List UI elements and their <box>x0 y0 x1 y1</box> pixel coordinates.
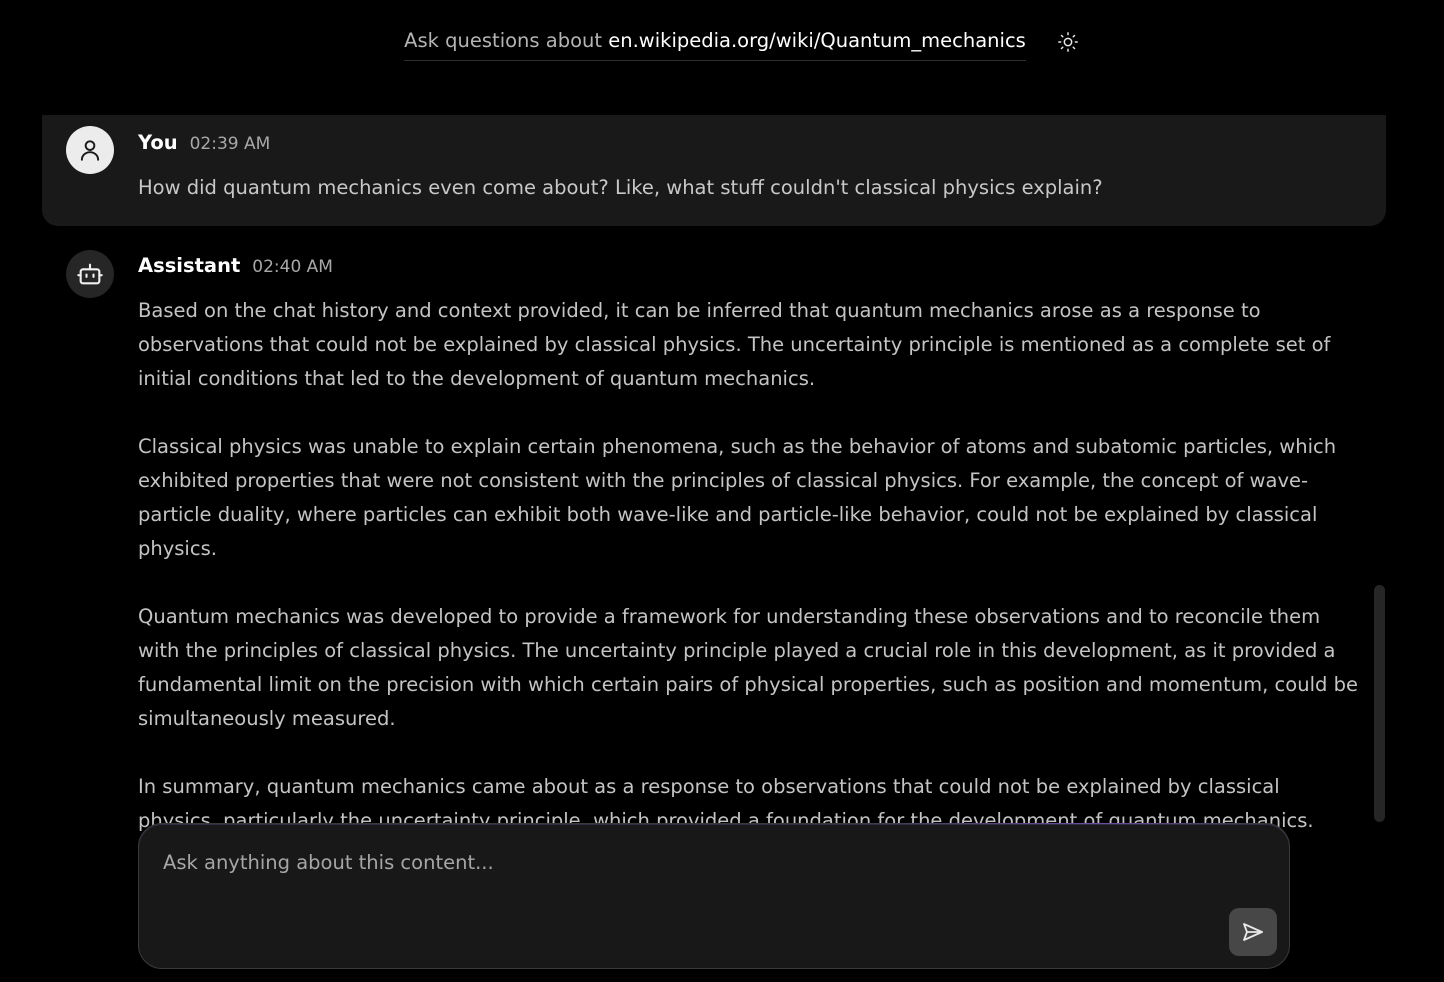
scrollbar-thumb[interactable] <box>1374 585 1385 822</box>
composer <box>138 823 1290 969</box>
user-icon <box>80 140 100 161</box>
send-button[interactable] <box>1229 908 1277 956</box>
theme-toggle-button[interactable] <box>1056 30 1080 54</box>
page-title: Ask questions about en.wikipedia.org/wik… <box>404 26 1026 61</box>
user-name: You <box>138 131 178 154</box>
assistant-name: Assistant <box>138 254 241 277</box>
robot-icon <box>77 263 103 285</box>
assistant-avatar <box>66 250 114 298</box>
assistant-timestamp: 02:40 AM <box>252 257 333 277</box>
question-input[interactable] <box>163 848 1223 938</box>
send-icon <box>1243 923 1263 941</box>
user-avatar <box>66 126 114 174</box>
assistant-message-header: Assistant 02:40 AM <box>138 254 333 277</box>
title-prefix: Ask questions about <box>404 29 609 52</box>
assistant-paragraph: Classical physics was unable to explain … <box>138 435 1337 560</box>
user-message-header: You 02:39 AM <box>138 131 270 154</box>
user-timestamp: 02:39 AM <box>189 134 271 154</box>
source-url[interactable]: en.wikipedia.org/wiki/Quantum_mechanics <box>608 29 1026 52</box>
assistant-paragraph: Based on the chat history and context pr… <box>138 299 1331 390</box>
assistant-paragraph: Quantum mechanics was developed to provi… <box>138 605 1358 730</box>
sun-icon <box>1057 32 1078 52</box>
assistant-message-body: Based on the chat history and context pr… <box>138 294 1363 838</box>
page-header: Ask questions about en.wikipedia.org/wik… <box>0 26 1444 62</box>
chat-page: Ask questions about en.wikipedia.org/wik… <box>0 0 1444 982</box>
user-message-text: How did quantum mechanics even come abou… <box>138 176 1103 199</box>
user-message: You 02:39 AM How did quantum mechanics e… <box>42 115 1386 226</box>
